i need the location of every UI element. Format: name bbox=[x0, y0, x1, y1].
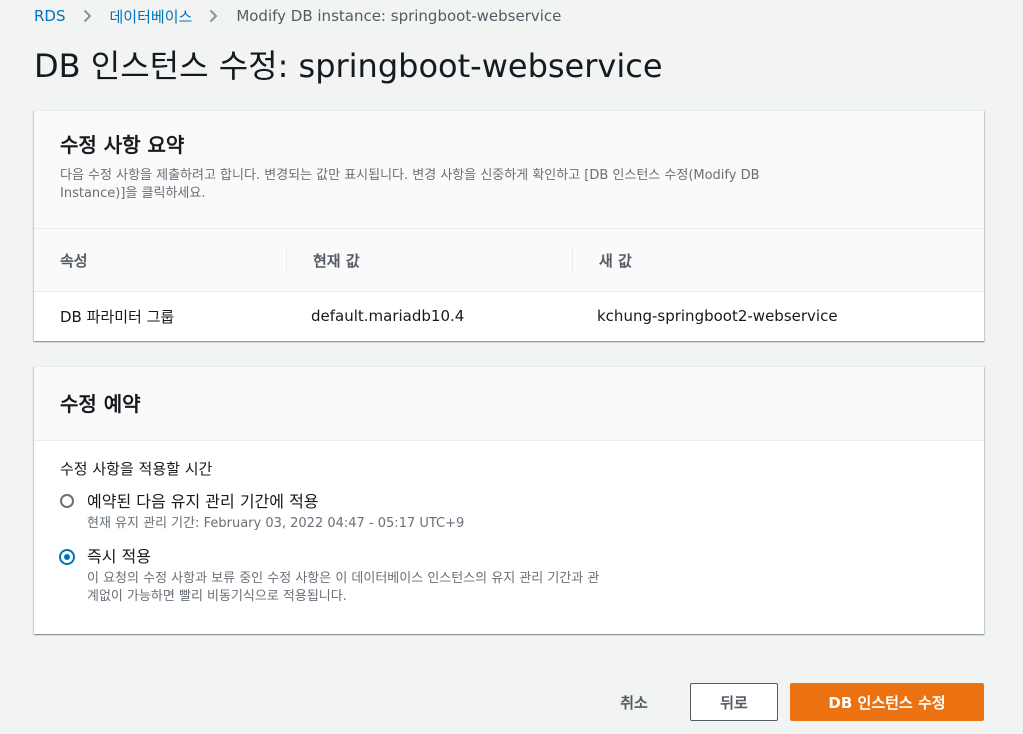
breadcrumb-link-rds[interactable]: RDS bbox=[34, 7, 66, 25]
radio-next-maintenance-window[interactable] bbox=[60, 494, 74, 508]
column-divider bbox=[286, 248, 287, 272]
apply-time-label: 수정 사항을 적용할 시간 bbox=[60, 460, 213, 478]
summary-description-line: Instance)]을 클릭하세요. bbox=[60, 186, 206, 201]
scheduling-header: 수정 예약 bbox=[34, 367, 984, 441]
option-apply-immediately[interactable]: 즉시 적용 이 요청의 수정 사항과 보류 중인 수정 사항은 이 데이터베이스… bbox=[59, 546, 958, 606]
chevron-right-icon bbox=[83, 9, 92, 23]
summary-description-line: 다음 수정 사항을 제출하려고 합니다. 변경되는 값만 표시됩니다. 변경 사… bbox=[60, 168, 760, 183]
summary-title: 수정 사항 요약 bbox=[60, 133, 185, 157]
summary-description: 다음 수정 사항을 제출하려고 합니다. 변경되는 값만 표시됩니다. 변경 사… bbox=[60, 167, 958, 203]
option-description: 이 요청의 수정 사항과 보류 중인 수정 사항은 이 데이터베이스 인스턴스의… bbox=[87, 570, 958, 606]
radio-apply-immediately[interactable] bbox=[59, 549, 75, 565]
column-header-attribute: 속성 bbox=[60, 251, 88, 270]
column-header-new-value: 새 값 bbox=[599, 251, 632, 270]
option-description: 현재 유지 관리 기간: February 03, 2022 04:47 - 0… bbox=[87, 516, 465, 531]
table-cell-current-value: default.mariadb10.4 bbox=[311, 307, 465, 325]
scheduling-title: 수정 예약 bbox=[60, 391, 141, 416]
breadcrumb: RDS 데이터베이스 Modify DB instance: springboo… bbox=[34, 5, 561, 27]
scheduling-panel: 수정 예약 수정 사항을 적용할 시간 예약된 다음 유지 관리 기간에 적용 … bbox=[34, 366, 984, 634]
breadcrumb-link-databases[interactable]: 데이터베이스 bbox=[110, 6, 193, 27]
option-label: 예약된 다음 유지 관리 기간에 적용 bbox=[87, 492, 319, 511]
page-title: DB 인스턴스 수정: springboot-webservice bbox=[34, 47, 663, 85]
chevron-right-icon bbox=[209, 9, 218, 23]
option-next-maintenance-window[interactable]: 예약된 다음 유지 관리 기간에 적용 현재 유지 관리 기간: Februar… bbox=[60, 491, 958, 533]
breadcrumb-current: Modify DB instance: springboot-webservic… bbox=[236, 7, 562, 25]
scheduling-options: 수정 사항을 적용할 시간 예약된 다음 유지 관리 기간에 적용 현재 유지 … bbox=[34, 441, 984, 606]
cancel-button[interactable]: 취소 bbox=[605, 683, 663, 721]
option-description-line: 계없이 가능하면 빨리 비동기식으로 적용됩니다. bbox=[87, 589, 347, 604]
table-cell-new-value: kchung-springboot2-webservice bbox=[597, 307, 838, 325]
option-label: 즉시 적용 bbox=[87, 547, 151, 566]
option-description-line: 이 요청의 수정 사항과 보류 중인 수정 사항은 이 데이터베이스 인스턴스의… bbox=[87, 571, 600, 586]
column-divider bbox=[572, 248, 573, 272]
column-header-current-value: 현재 값 bbox=[313, 251, 360, 270]
back-button[interactable]: 뒤로 bbox=[690, 683, 778, 721]
summary-header: 수정 사항 요약 다음 수정 사항을 제출하려고 합니다. 변경되는 값만 표시… bbox=[34, 111, 984, 229]
table-cell-attribute: DB 파라미터 그룹 bbox=[60, 307, 175, 326]
modify-db-instance-button[interactable]: DB 인스턴스 수정 bbox=[790, 683, 984, 721]
modification-summary-panel: 수정 사항 요약 다음 수정 사항을 제출하려고 합니다. 변경되는 값만 표시… bbox=[34, 110, 984, 341]
table-header bbox=[34, 229, 984, 292]
